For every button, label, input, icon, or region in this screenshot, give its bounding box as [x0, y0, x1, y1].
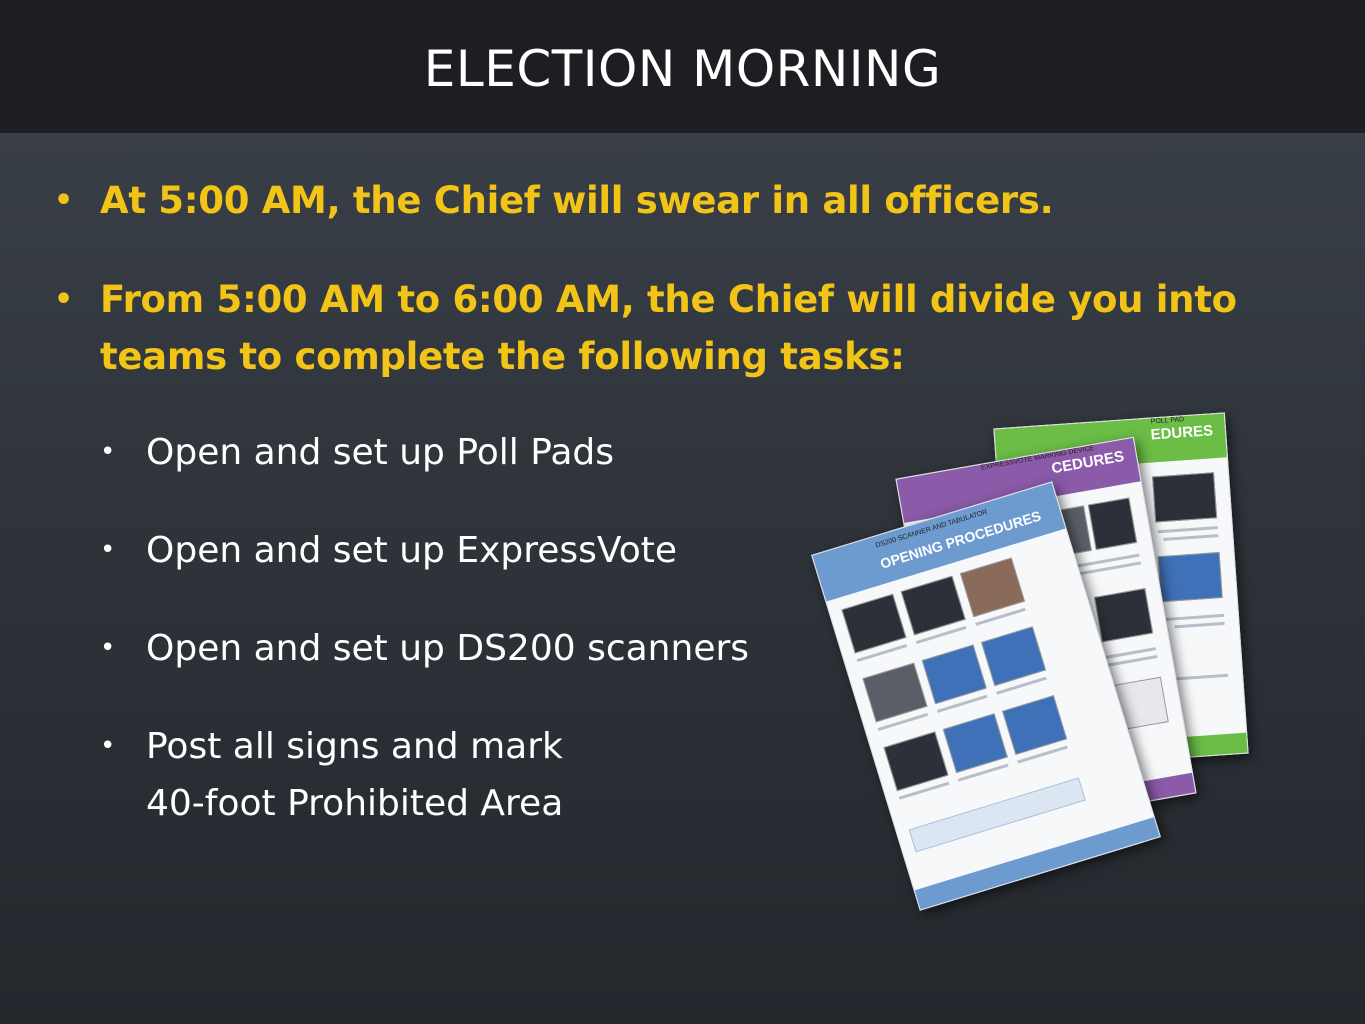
document-photo [862, 662, 928, 723]
bullet-dot-icon: • [54, 282, 73, 317]
task-text: Open and set up DS200 scanners [146, 628, 750, 669]
task-list: • Open and set up Poll Pads • Open and s… [100, 424, 820, 873]
task-expressvote: • Open and set up ExpressVote [100, 522, 820, 579]
document-photo [900, 575, 966, 636]
document-text-line [1163, 613, 1225, 622]
document-text-line [1163, 534, 1219, 541]
main-bullet-text: At 5:00 AM, the Chief will swear in all … [100, 179, 1054, 222]
document-text-line [1157, 526, 1218, 534]
document-photo [942, 713, 1008, 774]
main-bullet-text-line1: From 5:00 AM to 6:00 AM, the Chief will … [100, 278, 1237, 321]
task-text-line2: 40-foot Prohibited Area [146, 783, 564, 824]
main-bullet-teams: • From 5:00 AM to 6:00 AM, the Chief wil… [52, 271, 1312, 385]
main-bullet-list: • At 5:00 AM, the Chief will swear in al… [52, 172, 1312, 427]
bullet-dot-icon: • [100, 535, 116, 565]
document-photo [1093, 588, 1154, 643]
document-photo [981, 626, 1047, 687]
document-photo [1002, 695, 1068, 755]
main-bullet-text-line2: teams to complete the following tasks: [100, 335, 905, 378]
document-photo [1157, 552, 1223, 603]
task-text: Open and set up Poll Pads [146, 432, 614, 473]
document-text-line [1170, 673, 1229, 681]
bullet-dot-icon: • [100, 633, 116, 663]
task-signs: • Post all signs and mark 40-foot Prohib… [100, 718, 820, 832]
task-text: Open and set up ExpressVote [146, 530, 678, 571]
document-header-label: EDURES [1150, 422, 1214, 444]
main-bullet-swear-in: • At 5:00 AM, the Chief will swear in al… [52, 172, 1312, 229]
task-poll-pads: • Open and set up Poll Pads [100, 424, 820, 481]
procedure-documents-illustration: POLL PAD EDURES EXPRESSVOTE MARKING DEVI… [811, 412, 1260, 911]
title-bar: ELECTION MORNING [0, 0, 1365, 133]
document-photo [1152, 472, 1218, 523]
document-photo [921, 644, 987, 705]
bullet-dot-icon: • [100, 731, 116, 761]
task-text-line1: Post all signs and mark [146, 726, 563, 767]
bullet-dot-icon: • [54, 183, 73, 218]
document-photo [1087, 497, 1138, 551]
document-photo [959, 557, 1026, 618]
bullet-dot-icon: • [100, 437, 116, 467]
document-photo [841, 593, 907, 654]
document-photo [883, 731, 949, 792]
document-text-line [1174, 621, 1225, 629]
slide-title: ELECTION MORNING [423, 39, 942, 98]
task-ds200: • Open and set up DS200 scanners [100, 620, 820, 677]
